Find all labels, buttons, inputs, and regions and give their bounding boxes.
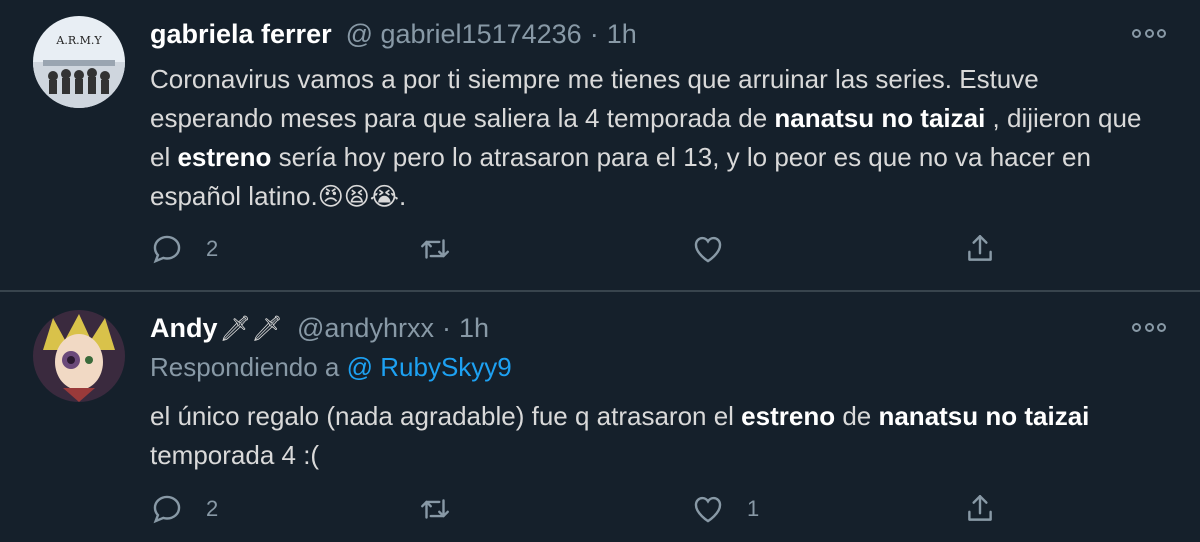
reply-count: 2 <box>206 236 219 261</box>
replying-to-link[interactable]: @ RubySkyy9 <box>347 352 512 382</box>
retweet-icon <box>421 239 449 259</box>
heart-icon <box>694 496 722 523</box>
share-button[interactable] <box>963 489 997 529</box>
avatar[interactable] <box>33 310 125 402</box>
handle[interactable]: @ gabriel15174236 <box>346 19 582 50</box>
share-button[interactable] <box>963 229 997 269</box>
separator-dot: · <box>589 19 599 49</box>
name-emojis: 🗡🗡 <box>219 315 283 343</box>
timestamp[interactable]: 1h <box>459 313 489 344</box>
reply-count: 2 <box>206 496 219 521</box>
bold-text: nanatsu no taizai <box>878 401 1090 431</box>
bold-text: estreno <box>177 142 272 172</box>
retweet-button[interactable] <box>418 489 452 529</box>
emoji-group: 😠😫😭 <box>317 183 400 211</box>
reply-icon <box>153 495 181 524</box>
replying-to: Respondiendo a @ RubySkyy9 <box>150 352 512 383</box>
reply-icon <box>153 235 181 264</box>
action-bar: 2 <box>150 229 1000 269</box>
text-segment: temporada 4 :( <box>150 440 320 470</box>
avatar-text: A.R.M.Y <box>55 34 102 47</box>
display-name[interactable]: Andy <box>150 313 218 344</box>
action-bar: 2 1 <box>150 489 1000 529</box>
more-options-icon[interactable] <box>1132 26 1166 40</box>
text-segment: el único regalo (nada agradable) fue q a… <box>150 401 742 431</box>
retweet-button[interactable] <box>418 229 452 269</box>
tweet-header: gabriela ferrer @ gabriel15174236 · 1h <box>150 19 637 50</box>
like-count: 1 <box>747 496 760 521</box>
replying-prefix: Respondiendo a <box>150 352 340 382</box>
tweet[interactable]: A.R.M.Y gabriela ferrer @ gabriel1517423… <box>0 0 1200 290</box>
bold-text: estreno <box>741 401 836 431</box>
handle[interactable]: @andyhrxx <box>297 313 434 344</box>
tweet[interactable]: Andy 🗡🗡 @andyhrxx · 1h Respondiendo a @ … <box>0 292 1200 542</box>
like-button[interactable]: 1 <box>691 489 759 529</box>
separator-dot: · <box>441 313 451 343</box>
text-segment: . <box>399 181 407 211</box>
like-button[interactable] <box>691 229 725 269</box>
tweet-text: Coronavirus vamos a por ti siempre me ti… <box>150 60 1160 217</box>
retweet-icon <box>421 499 449 519</box>
tweet-header: Andy 🗡🗡 @andyhrxx · 1h <box>150 313 489 344</box>
reply-button[interactable]: 2 <box>150 229 218 269</box>
timestamp[interactable]: 1h <box>607 19 637 50</box>
bold-text: nanatsu no taizai <box>774 103 986 133</box>
share-icon <box>968 495 992 521</box>
share-icon <box>968 235 992 261</box>
more-options-icon[interactable] <box>1132 320 1166 334</box>
text-segment: de <box>835 401 879 431</box>
text-segment: sería hoy pero lo atrasaron para el 13, … <box>150 142 1091 211</box>
heart-icon <box>694 236 722 263</box>
avatar[interactable]: A.R.M.Y <box>33 16 125 108</box>
display-name[interactable]: gabriela ferrer <box>150 19 332 50</box>
tweet-text: el único regalo (nada agradable) fue q a… <box>150 397 1160 475</box>
reply-button[interactable]: 2 <box>150 489 218 529</box>
